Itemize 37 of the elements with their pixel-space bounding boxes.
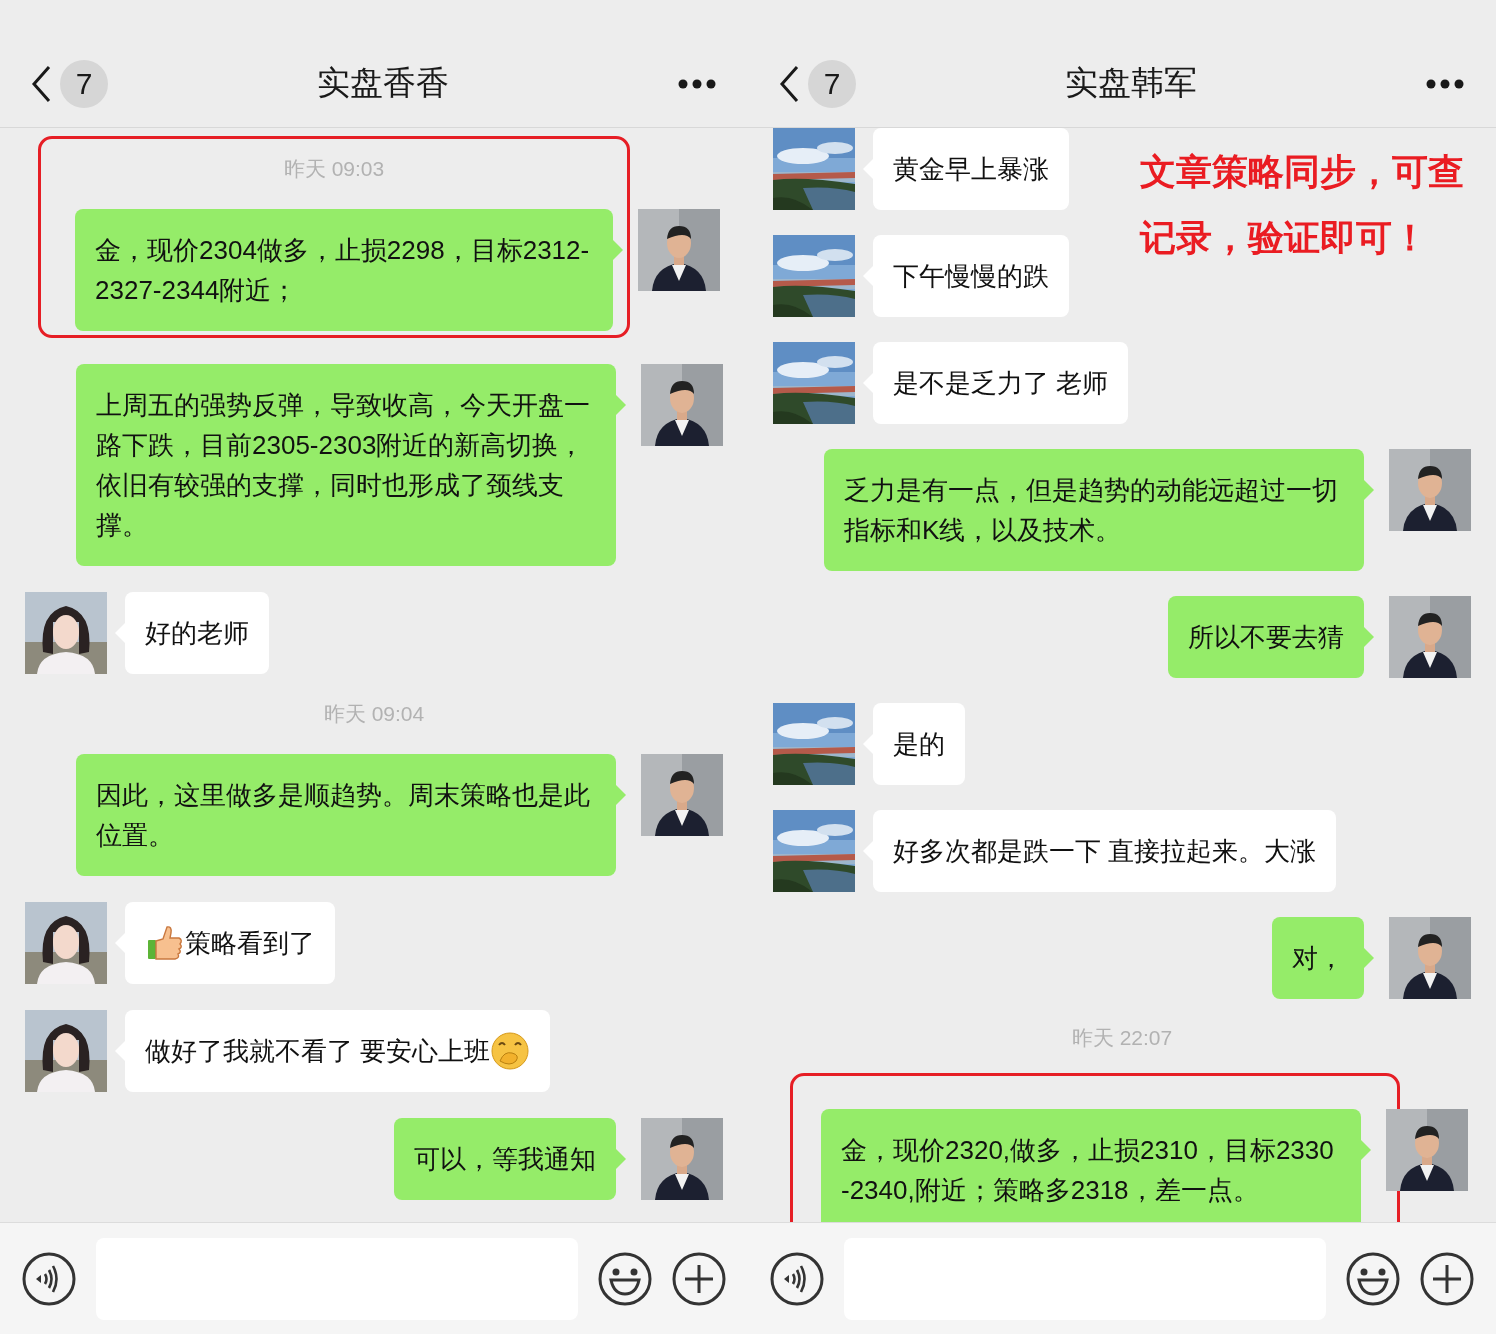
message-text: 下午慢慢的跌 (893, 260, 1049, 293)
message-text: 策略看到了 (185, 927, 315, 960)
unread-badge: 7 (808, 59, 856, 108)
plus-icon[interactable] (1420, 1251, 1474, 1306)
message-text: 好的老师 (145, 617, 249, 650)
unread-badge: 7 (60, 59, 108, 108)
message-text: 对， (1292, 942, 1344, 975)
message-text: 黄金早上暴涨 (893, 153, 1049, 186)
emoji-icon[interactable] (598, 1251, 652, 1306)
message-text: 因此，这里做多是顺趋势。周末策略也是此位置。 (96, 779, 591, 852)
emoji-icon[interactable] (1346, 1251, 1400, 1306)
message-text: 可以，等我通知 (414, 1143, 596, 1176)
timestamp: 昨天 09:03 (283, 156, 385, 182)
message-text: 做好了我就不看了 要安心上班 (145, 1035, 491, 1068)
back-icon (30, 63, 52, 104)
message-text: 金，现价2304做多，止损2298，目标2312-2327-2344附近； (95, 234, 591, 307)
voice-icon[interactable] (22, 1251, 76, 1306)
chat-title: 实盘韩军 (1064, 63, 1198, 103)
message-text: 是的 (893, 728, 945, 761)
more-icon[interactable] (1426, 78, 1464, 89)
voice-icon[interactable] (770, 1251, 824, 1306)
message-text: 上周五的强势反弹，导致收高，今天开盘一路下跌，目前2305-2303附近的新高切换，依旧有较强的支撑，同时也形成了颈线支撑。 (96, 389, 591, 542)
message-text: 乏力是有一点，但是趋势的动能远超过一切指标和K线，以及技术。 (844, 474, 1339, 547)
timestamp: 昨天 09:04 (323, 701, 425, 727)
chat-title: 实盘香香 (316, 63, 450, 103)
back-button[interactable]: 7 (30, 59, 108, 108)
back-icon (778, 63, 800, 104)
message-text: 是不是乏力了 老师 (893, 367, 1109, 400)
annotation-text: 文章策略同步，可查 (1140, 150, 1464, 194)
plus-icon[interactable] (672, 1251, 726, 1306)
more-icon[interactable] (678, 78, 716, 89)
timestamp: 昨天 22:07 (1071, 1025, 1173, 1051)
back-button[interactable]: 7 (778, 59, 856, 108)
message-text: 好多次都是跌一下 直接拉起来。大涨 (893, 835, 1317, 868)
message-text: 金，现价2320,做多，止损2310，目标2330-2340,附近；策略多2318，差一点。 (841, 1134, 1335, 1207)
message-text: 所以不要去猜 (1188, 621, 1344, 654)
annotation-text: 记录，验证即可！ (1140, 216, 1429, 260)
